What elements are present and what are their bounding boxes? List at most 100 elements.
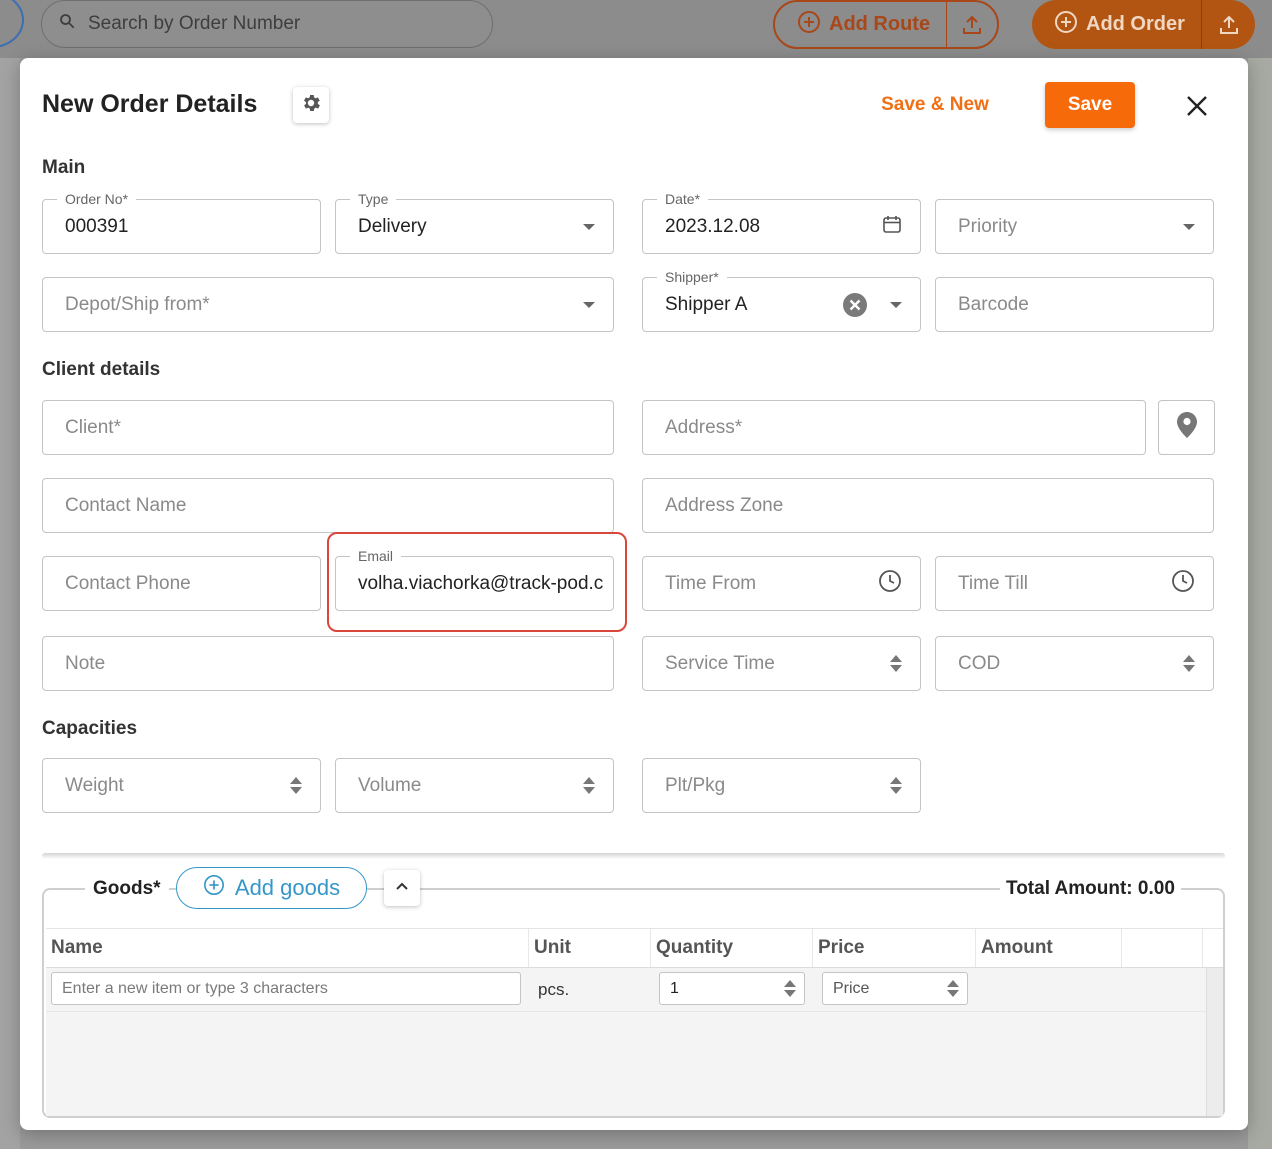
column-header-price[interactable]: Price (813, 929, 976, 967)
contact-name-placeholder: Contact Name (65, 494, 187, 516)
close-icon (1186, 95, 1208, 122)
stepper-icon[interactable] (890, 777, 902, 794)
email-highlight-box (327, 532, 627, 632)
add-circle-icon (1054, 10, 1078, 40)
priority-placeholder: Priority (958, 215, 1018, 237)
section-capacities: Capacities (42, 718, 138, 739)
type-select[interactable]: Type Delivery (335, 190, 614, 254)
goods-quantity-value: 1 (670, 979, 679, 997)
stepper-icon[interactable] (1183, 655, 1195, 672)
address-field[interactable]: Address* (642, 400, 1146, 455)
chevron-down-icon (583, 301, 595, 308)
order-no-value: 000391 (65, 215, 129, 237)
column-header-amount[interactable]: Amount (976, 929, 1122, 967)
upload-route-icon[interactable] (947, 2, 997, 47)
add-goods-label: Add goods (234, 875, 341, 900)
stepper-icon[interactable] (583, 777, 595, 794)
chevron-down-icon (890, 301, 902, 308)
weight-placeholder: Weight (65, 774, 124, 796)
shipper-label: Shipper* (657, 268, 727, 286)
goods-price-placeholder: Price (833, 979, 870, 997)
goods-price-input[interactable]: Price (822, 972, 968, 1005)
clear-icon[interactable] (842, 292, 868, 318)
close-button[interactable] (1182, 93, 1212, 123)
section-main: Main (42, 157, 86, 178)
note-field[interactable]: Note (42, 636, 614, 691)
contact-phone-placeholder: Contact Phone (65, 572, 191, 594)
add-goods-button[interactable]: Add goods (176, 867, 367, 909)
stepper-icon[interactable] (947, 980, 959, 997)
stepper-icon[interactable] (784, 980, 796, 997)
service-time-placeholder: Service Time (665, 652, 775, 674)
location-pin-icon (1176, 411, 1198, 444)
chevron-down-icon (583, 223, 595, 230)
note-placeholder: Note (65, 652, 106, 674)
time-from-placeholder: Time From (665, 572, 757, 594)
goods-table-header: Name Unit Quantity Price Amount (46, 928, 1223, 968)
save-and-new-button[interactable]: Save & New (860, 94, 1010, 116)
plt-pkg-placeholder: Plt/Pkg (665, 774, 726, 796)
date-value: 2023.12.08 (665, 215, 761, 237)
goods-table-scrollbar[interactable] (1206, 968, 1223, 1116)
gear-icon (300, 92, 322, 119)
date-field[interactable]: Date* 2023.12.08 (642, 190, 921, 254)
goods-label: Goods* (85, 878, 169, 900)
background-left-panel (0, 58, 20, 1149)
add-order-label: Add Order (1086, 13, 1185, 35)
goods-quantity-stepper[interactable]: 1 (659, 972, 805, 1005)
add-order-button[interactable]: Add Order (1032, 0, 1255, 49)
calendar-icon[interactable] (882, 214, 902, 240)
background-map (1248, 58, 1272, 1149)
clock-icon[interactable] (878, 569, 902, 599)
add-route-button[interactable]: Add Route (773, 0, 999, 49)
barcode-placeholder: Barcode (958, 293, 1029, 315)
client-field[interactable]: Client* (42, 400, 614, 455)
location-button[interactable] (1158, 400, 1215, 455)
order-no-field[interactable]: Order No* 000391 (42, 190, 321, 254)
cod-field[interactable]: COD (935, 636, 1214, 691)
volume-field[interactable]: Volume (335, 758, 614, 813)
contact-phone-field[interactable]: Contact Phone (42, 556, 321, 611)
save-button[interactable]: Save (1045, 82, 1135, 128)
time-from-field[interactable]: Time From (642, 556, 921, 611)
goods-name-input[interactable]: Enter a new item or type 3 characters (51, 972, 521, 1005)
add-route-label: Add Route (829, 13, 931, 35)
time-till-field[interactable]: Time Till (935, 556, 1214, 611)
order-search-input[interactable]: Search by Order Number (41, 0, 493, 48)
service-time-field[interactable]: Service Time (642, 636, 921, 691)
search-icon (58, 12, 76, 36)
shipper-select[interactable]: Shipper* Shipper A (642, 268, 921, 332)
column-header-unit[interactable]: Unit (529, 929, 651, 967)
priority-select[interactable]: Priority (935, 199, 1214, 254)
add-circle-icon (203, 874, 225, 902)
cod-placeholder: COD (958, 652, 1001, 674)
address-placeholder: Address* (665, 416, 743, 438)
order-search-placeholder: Search by Order Number (88, 13, 301, 34)
depot-select[interactable]: Depot/Ship from* (42, 277, 614, 332)
stepper-icon[interactable] (290, 777, 302, 794)
plt-pkg-field[interactable]: Plt/Pkg (642, 758, 921, 813)
clock-icon[interactable] (1171, 569, 1195, 599)
chevron-down-icon (1183, 223, 1195, 230)
date-label: Date* (657, 190, 709, 208)
address-zone-field[interactable]: Address Zone (642, 478, 1214, 533)
type-value: Delivery (358, 215, 427, 237)
shipper-value: Shipper A (665, 293, 748, 315)
new-order-dialog: New Order Details Save & New Save Main O… (20, 58, 1248, 1130)
column-header-quantity[interactable]: Quantity (651, 929, 813, 967)
barcode-field[interactable]: Barcode (935, 277, 1214, 332)
goods-name-placeholder: Enter a new item or type 3 characters (62, 979, 328, 997)
chevron-up-icon (394, 878, 410, 899)
column-header-extra (1122, 929, 1203, 967)
upload-order-icon[interactable] (1202, 0, 1255, 49)
stepper-icon[interactable] (890, 655, 902, 672)
contact-name-field[interactable]: Contact Name (42, 478, 614, 533)
weight-field[interactable]: Weight (42, 758, 321, 813)
order-no-label: Order No* (57, 190, 137, 208)
collapse-goods-button[interactable] (384, 870, 420, 906)
depot-placeholder: Depot/Ship from* (65, 293, 210, 315)
address-zone-placeholder: Address Zone (665, 494, 784, 516)
column-header-name[interactable]: Name (46, 929, 529, 967)
type-label: Type (350, 190, 397, 208)
settings-button[interactable] (293, 87, 329, 123)
